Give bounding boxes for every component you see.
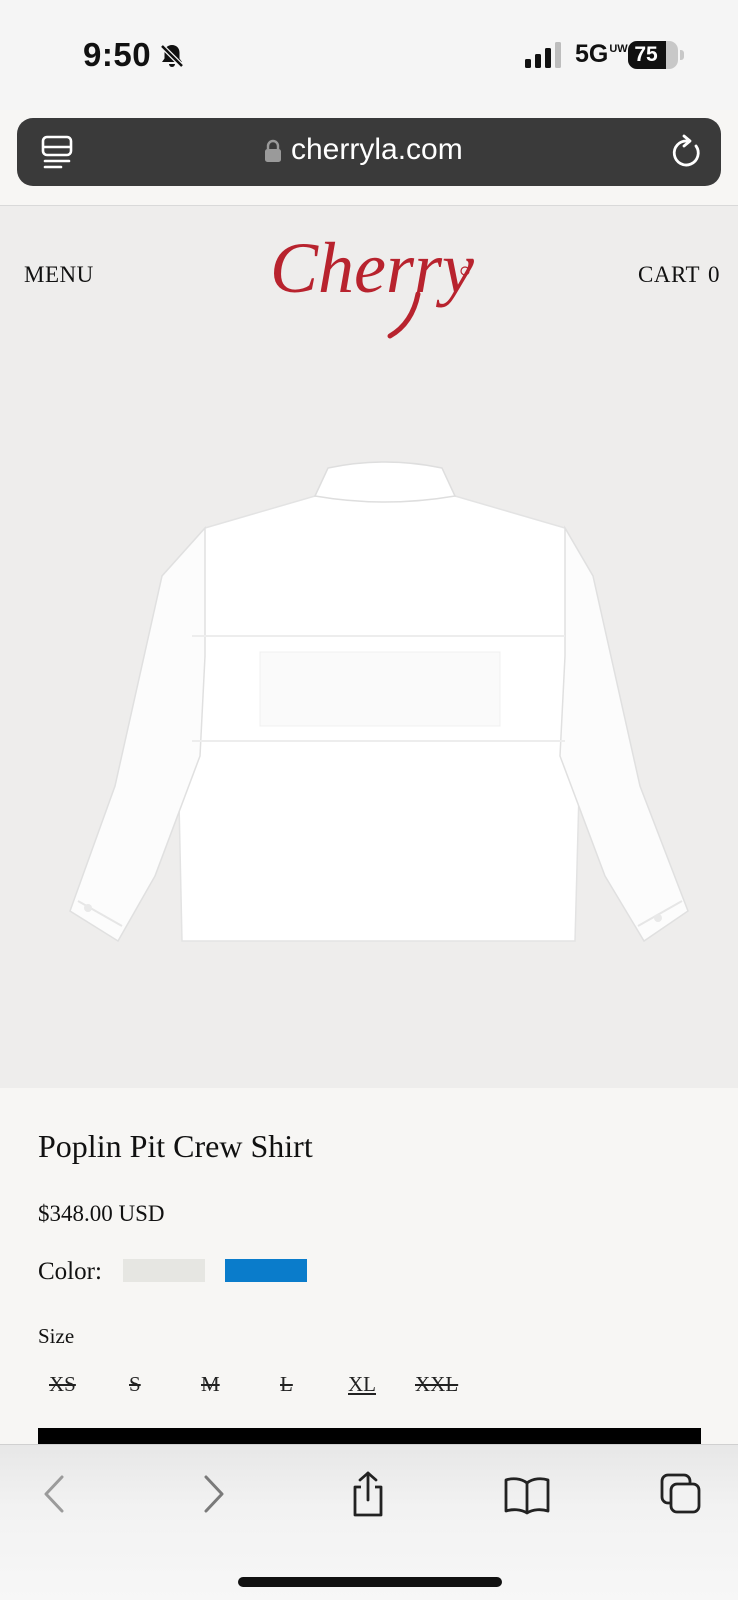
battery-level: 75 — [634, 43, 658, 66]
status-bar: 9:50 5GUW 75 — [0, 0, 738, 110]
reload-icon[interactable] — [669, 134, 703, 170]
home-indicator — [238, 1577, 502, 1587]
status-time: 9:50 — [83, 36, 152, 73]
cart-button[interactable]: CART 0 — [638, 262, 720, 288]
bell-off-icon — [159, 43, 185, 69]
battery-body: 75 — [628, 41, 678, 69]
screen: 9:50 5GUW 75 cherryla.com MENU Cherry CA… — [0, 0, 738, 1600]
network-type: 5G — [575, 40, 609, 68]
size-option-m[interactable]: M — [201, 1372, 220, 1397]
size-option-xl[interactable]: XL — [348, 1372, 376, 1397]
battery-icon: 75 — [628, 41, 684, 69]
battery-tip — [680, 50, 684, 60]
product-image[interactable] — [60, 456, 710, 956]
address-bar[interactable]: cherryla.com — [17, 118, 721, 186]
size-option-l[interactable]: L — [280, 1372, 293, 1397]
network-indicator: 5GUW — [575, 40, 628, 69]
product-price: $348.00 USD — [38, 1201, 165, 1226]
bookmarks-icon[interactable] — [504, 1471, 550, 1517]
forward-icon[interactable] — [192, 1471, 234, 1517]
size-option-xs[interactable]: XS — [49, 1372, 76, 1397]
url-text[interactable]: cherryla.com — [291, 133, 463, 167]
logo-text: Cherry — [270, 228, 474, 308]
size-label: Size — [38, 1324, 75, 1348]
browser-toolbar — [0, 1444, 738, 1600]
lock-icon — [265, 139, 281, 162]
reader-mode-icon[interactable] — [41, 135, 73, 169]
size-option-xxl[interactable]: XXL — [415, 1372, 458, 1397]
network-badge: UW — [609, 43, 628, 55]
menu-button[interactable]: MENU — [24, 262, 94, 288]
cellular-signal-icon — [525, 42, 561, 68]
cart-label: CART — [638, 262, 700, 287]
product-title: Poplin Pit Crew Shirt — [38, 1128, 313, 1164]
cherry-logo[interactable]: Cherry — [268, 214, 480, 344]
back-icon[interactable] — [34, 1471, 76, 1517]
size-option-s[interactable]: S — [129, 1372, 141, 1397]
share-icon[interactable] — [347, 1471, 389, 1517]
cart-count: 0 — [708, 262, 720, 287]
color-swatch-blue[interactable] — [225, 1259, 307, 1282]
color-swatch-white[interactable] — [123, 1259, 205, 1282]
tabs-icon[interactable] — [660, 1471, 702, 1517]
product-hero: MENU Cherry CART 0 — [0, 206, 738, 1088]
color-label: Color: — [38, 1258, 102, 1285]
